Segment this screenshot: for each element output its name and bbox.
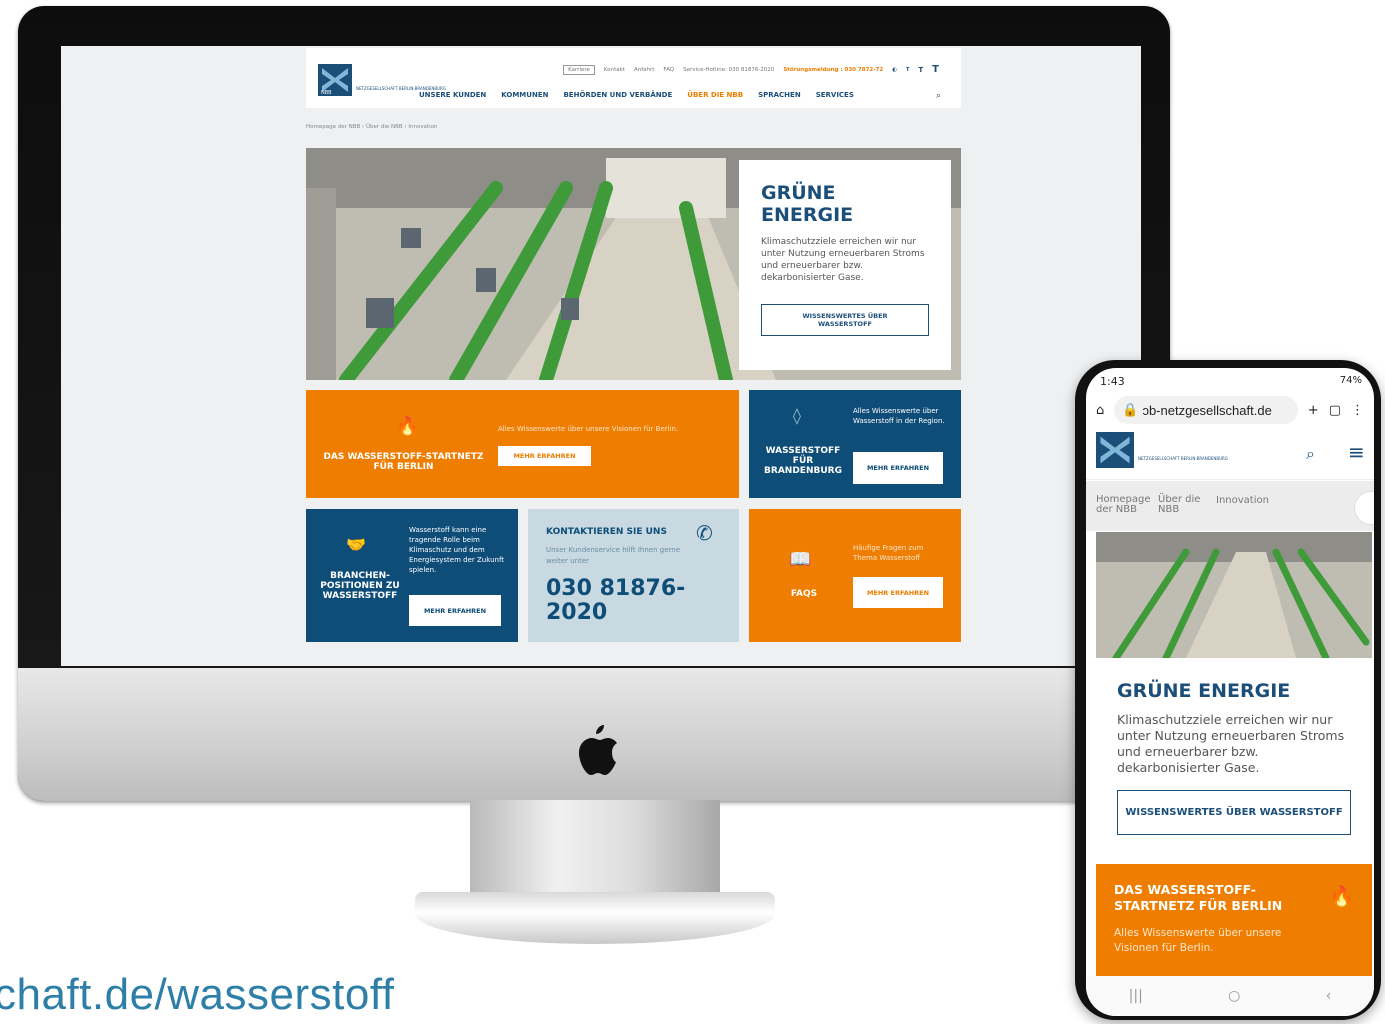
more-menu-icon[interactable]: ⋮	[1351, 403, 1364, 418]
font-size-small[interactable]: T	[906, 67, 909, 73]
tile-startnetz-title: DAS WASSERSTOFF-STARTNETZ FÜR BERLIN	[323, 452, 484, 472]
phone-hero-title: GRÜNE ENERGIE	[1117, 680, 1291, 702]
phone-hero-text: Klimaschutzziele erreichen wir nur unter…	[1117, 712, 1345, 775]
back-icon[interactable]: ‹	[1326, 988, 1332, 1004]
main-nav: UNSERE KUNDEN KOMMUNEN BEHÖRDEN UND VERB…	[419, 91, 854, 99]
phone-battery: 74%	[1339, 375, 1362, 386]
leaf-icon: ◊	[793, 406, 801, 425]
tile-branchen-title: BRANCHEN-POSITIONEN ZU WASSERSTOFF	[320, 571, 400, 601]
phone-breadcrumb-home[interactable]: Homepage der NBB	[1096, 495, 1151, 517]
hotline-link[interactable]: Service-Hotline: 030 81876-2020	[683, 67, 774, 73]
svg-text:NBB: NBB	[321, 90, 332, 96]
imac-stand-base	[415, 892, 775, 944]
breadcrumb-current: Innovation	[408, 124, 438, 130]
book-icon: 📖	[789, 549, 812, 570]
hero-title: GRÜNE ENERGIE	[761, 182, 854, 226]
tile-faqs-text: Häufige Fragen zum Thema Wasserstoff	[853, 544, 924, 562]
imac-screen: NBB NETZGESELLSCHAFT BERLIN-BRANDENBURG …	[61, 46, 1141, 666]
wissenswertes-button[interactable]: WISSENSWERTES ÜBER WASSERSTOFF	[761, 304, 929, 336]
top-bar: Karriere Kontakt Anfahrt FAQ Service-Hot…	[563, 64, 939, 75]
tile-startnetz[interactable]: 🔥 DAS WASSERSTOFF-STARTNETZ FÜR BERLIN A…	[306, 390, 739, 498]
kontakt-link[interactable]: Kontakt	[604, 67, 625, 73]
url-text: ɔb-netzgesellschaft.de	[1142, 402, 1272, 418]
phone-flame-icon: 🔥	[1329, 884, 1354, 908]
hero: GRÜNE ENERGIE Klimaschutzziele erreichen…	[306, 148, 961, 380]
faqs-mehr-button[interactable]: MEHR ERFAHREN	[853, 577, 943, 608]
breadcrumb-ueber[interactable]: Über die NBB	[366, 124, 403, 130]
phone-wissenswertes-button[interactable]: WISSENSWERTES ÜBER WASSERSTOFF	[1117, 790, 1351, 835]
phone-tile-startnetz[interactable]: DAS WASSERSTOFF-STARTNETZ FÜR BERLIN All…	[1096, 864, 1372, 976]
site-header: NBB NETZGESELLSCHAFT BERLIN-BRANDENBURG …	[306, 48, 961, 108]
phone-breadcrumb-current: Innovation	[1216, 495, 1269, 506]
startnetz-mehr-button[interactable]: MEHR ERFAHREN	[498, 446, 591, 466]
stoerung-link[interactable]: Störungsmeldung : 030 7872-72	[783, 67, 883, 73]
contrast-icon[interactable]: ◐	[892, 67, 897, 73]
hero-card: GRÜNE ENERGIE Klimaschutzziele erreichen…	[739, 160, 951, 370]
phone-search-icon[interactable]: ⌕	[1306, 444, 1315, 464]
tile-startnetz-text: Alles Wissenswerte über unsere Visionen …	[498, 425, 679, 433]
phone-tile-text: Alles Wissenswerte über unsere Visionen …	[1114, 927, 1282, 954]
android-nav-bar: ||| ○ ‹	[1086, 976, 1374, 1016]
tile-kontakt: KONTAKTIEREN SIE UNS ✆ Unser Kundenservi…	[528, 509, 739, 642]
phone-nbb-logo[interactable]	[1096, 432, 1134, 468]
anfahrt-link[interactable]: Anfahrt	[634, 67, 654, 73]
brandenburg-mehr-button[interactable]: MEHR ERFAHREN	[853, 452, 943, 484]
browser-url-bar: ⌂ 🔒 ɔb-netzgesellschaft.de + ▢ ⋮	[1086, 392, 1374, 428]
tile-branchen-text: Wasserstoff kann eine tragende Rolle bei…	[409, 526, 505, 574]
breadcrumb: Homepage der NBB › Über die NBB › Innova…	[306, 124, 438, 130]
nav-sprachen[interactable]: SPRACHEN	[758, 91, 801, 99]
tile-faqs[interactable]: 📖 FAQS Häufige Fragen zum Thema Wasserst…	[749, 509, 961, 642]
url-field[interactable]: 🔒 ɔb-netzgesellschaft.de	[1114, 396, 1298, 424]
phone-site-header: NETZGESELLSCHAFT BERLIN-BRANDENBURG ⌕ ≡	[1086, 428, 1374, 480]
phone-time: 1:43	[1100, 375, 1125, 388]
tile-brandenburg-text: Alles Wissenswerte über Wasserstoff in d…	[853, 407, 945, 425]
phone-tile-title: DAS WASSERSTOFF-STARTNETZ FÜR BERLIN	[1114, 882, 1283, 913]
phone-status-bar: 1:43 74%	[1086, 368, 1374, 390]
nav-services[interactable]: SERVICES	[816, 91, 854, 99]
phone-hero-photo	[1096, 532, 1372, 658]
flame-icon: 🔥	[396, 416, 419, 437]
nbb-logo[interactable]: NBB	[318, 64, 352, 96]
font-size-large[interactable]: T	[932, 64, 939, 75]
apple-logo-icon	[579, 725, 617, 775]
branchen-mehr-button[interactable]: MEHR ERFAHREN	[409, 595, 501, 626]
tile-brandenburg-title: WASSERSTOFF FÜR BRANDENBURG	[764, 446, 842, 476]
hero-text: Klimaschutzziele erreichen wir nur unter…	[761, 237, 925, 283]
tile-branchen[interactable]: 🤝 BRANCHEN-POSITIONEN ZU WASSERSTOFF Was…	[306, 509, 518, 642]
font-size-medium[interactable]: T	[918, 66, 923, 74]
lock-icon: 🔒	[1122, 402, 1139, 417]
phone-breadcrumb-ueber[interactable]: Über die NBB	[1158, 495, 1202, 517]
phone-icon: ✆	[696, 521, 713, 545]
new-tab-icon[interactable]: +	[1308, 403, 1319, 418]
tile-kontakt-title: KONTAKTIEREN SIE UNS	[546, 527, 667, 537]
search-icon[interactable]: ⌕	[936, 91, 941, 101]
faq-link[interactable]: FAQ	[663, 67, 674, 73]
tile-brandenburg[interactable]: ◊ WASSERSTOFF FÜR BRANDENBURG Alles Wiss…	[749, 390, 961, 498]
url-caption: chaft.de/wasserstoff	[0, 970, 395, 1019]
stage: NBB NETZGESELLSCHAFT BERLIN-BRANDENBURG …	[0, 0, 1385, 1024]
nav-kommunen[interactable]: KOMMUNEN	[501, 91, 548, 99]
tabs-icon[interactable]: ▢	[1329, 403, 1341, 418]
tile-kontakt-text: Unser Kundenservice hilft Ihnen gerne we…	[546, 546, 681, 565]
phone-breadcrumb: Homepage der NBB Über die NBB Innovation	[1086, 481, 1374, 531]
home-icon[interactable]: ○	[1228, 988, 1240, 1004]
phone-logo-text: NETZGESELLSCHAFT BERLIN-BRANDENBURG	[1138, 456, 1228, 461]
nav-ueber-die-nbb[interactable]: ÜBER DIE NBB	[687, 91, 743, 99]
phone-screen: 1:43 74% ⌂ 🔒 ɔb-netzgesellschaft.de + ▢ …	[1086, 368, 1374, 1016]
home-icon[interactable]: ⌂	[1096, 403, 1104, 418]
handshake-icon: 🤝	[346, 535, 366, 554]
kontakt-phone-number[interactable]: 030 81876-2020	[546, 577, 726, 625]
hamburger-menu-icon[interactable]: ≡	[1348, 440, 1365, 464]
breadcrumb-home[interactable]: Homepage der NBB	[306, 124, 360, 130]
recent-apps-icon[interactable]: |||	[1129, 988, 1143, 1004]
tile-faqs-title: FAQS	[790, 589, 818, 599]
nav-behoerden[interactable]: BEHÖRDEN UND VERBÄNDE	[563, 91, 672, 99]
nav-unsere-kunden[interactable]: UNSERE KUNDEN	[419, 91, 486, 99]
phone-scroll-circle[interactable]	[1354, 491, 1374, 525]
karriere-link[interactable]: Karriere	[563, 64, 595, 75]
